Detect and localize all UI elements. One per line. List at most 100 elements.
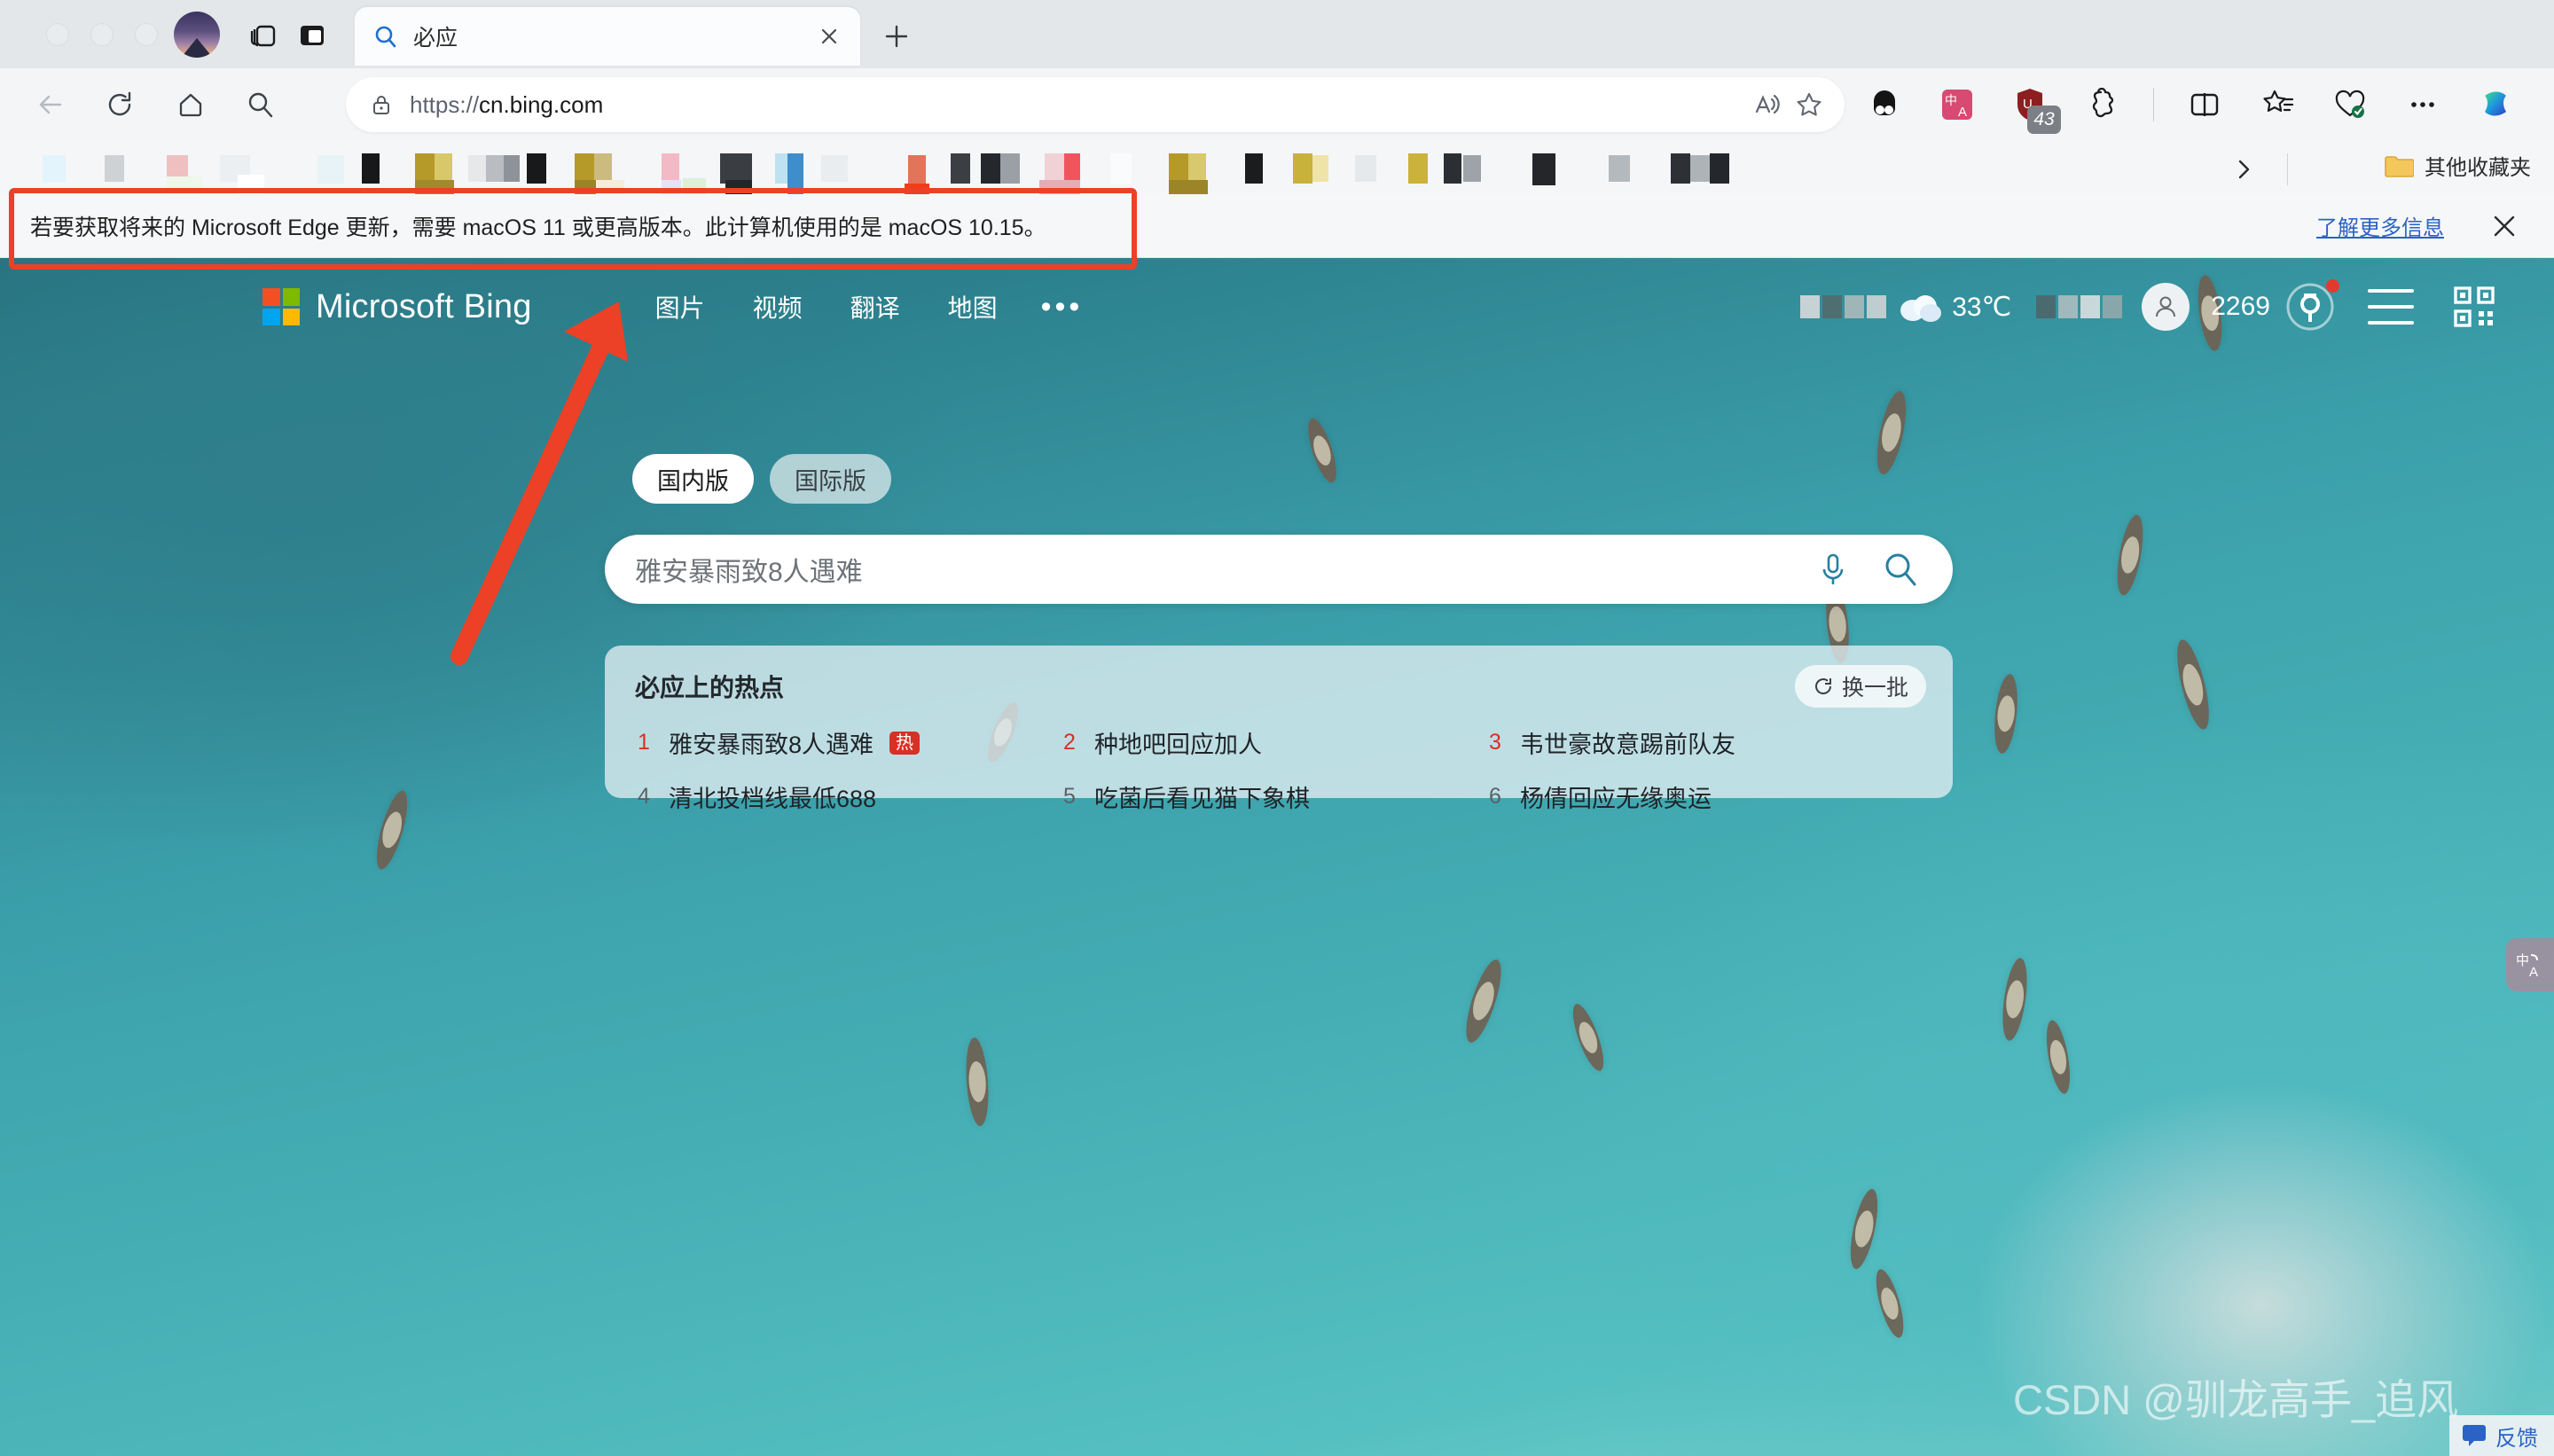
region-toggle-international[interactable]: 国际版 bbox=[770, 454, 891, 504]
bing-homepage: Microsoft Bing 图片 视频 翻译 地图 ••• 33℃ 2269 … bbox=[0, 257, 2554, 1456]
svg-text:A: A bbox=[2529, 965, 2538, 980]
banner-close-button[interactable] bbox=[2485, 207, 2524, 246]
back-button[interactable] bbox=[28, 82, 73, 127]
browser-window: Microsoft Bing 图片 视频 翻译 地图 ••• 33℃ 2269 … bbox=[0, 0, 2554, 1456]
banner-learn-more-link[interactable]: 了解更多信息 bbox=[2316, 210, 2444, 241]
shield-extension-icon[interactable]: U 43 bbox=[2008, 82, 2061, 134]
weather-temperature: 33℃ bbox=[1952, 292, 2012, 322]
bing-search-box[interactable]: 雅安暴雨致8人遇难 bbox=[605, 535, 1953, 604]
browser-essentials-icon[interactable] bbox=[2328, 82, 2372, 127]
puzzle-extensions-icon[interactable] bbox=[2080, 82, 2125, 127]
bing-header-right: 33℃ 2269 bbox=[1800, 279, 2497, 333]
list-item[interactable]: 1 雅安暴雨致8人遇难 热 bbox=[635, 725, 1061, 760]
list-item[interactable]: 5 吃菌后看见猫下象棋 bbox=[1061, 779, 1486, 814]
url-scheme: https:// bbox=[410, 90, 480, 118]
hot-topic-rank: 2 bbox=[1063, 730, 1076, 755]
hot-topics-list: 1 雅安暴雨致8人遇难 热 2 种地吧回应加人 3 韦世豪故意踢前队友 4 清北… bbox=[635, 725, 1926, 814]
bing-nav-more-icon[interactable]: ••• bbox=[1022, 292, 1103, 322]
svg-text:中: 中 bbox=[1945, 93, 1957, 107]
tab-bing[interactable]: 必应 bbox=[355, 7, 860, 66]
workspaces-icon[interactable] bbox=[245, 16, 284, 55]
qr-code-icon[interactable] bbox=[2451, 284, 2497, 330]
svg-text:A: A bbox=[1958, 105, 1967, 120]
extension-badge-count: 43 bbox=[2027, 106, 2061, 134]
list-item[interactable]: 4 清北投档线最低688 bbox=[635, 779, 1061, 814]
search-icon bbox=[1885, 553, 1916, 586]
hot-topic-rank: 5 bbox=[1063, 784, 1076, 809]
bing-nav-translate[interactable]: 翻译 bbox=[827, 280, 924, 333]
extension-panda-icon[interactable] bbox=[1862, 82, 1907, 127]
hot-topic-text: 雅安暴雨致8人遇难 bbox=[669, 732, 874, 758]
folder-icon bbox=[2385, 155, 2414, 177]
search-submit-button[interactable] bbox=[1873, 542, 1928, 597]
tab-title: 必应 bbox=[413, 26, 458, 51]
masked-bookmarks bbox=[25, 141, 2171, 198]
rewards-button[interactable] bbox=[2284, 279, 2339, 333]
copilot-icon[interactable] bbox=[2473, 82, 2518, 127]
bing-logo[interactable]: Microsoft Bing bbox=[262, 288, 532, 326]
bing-account-button[interactable] bbox=[2142, 283, 2190, 331]
hot-topic-rank: 6 bbox=[1489, 784, 1501, 809]
hot-topic-text: 吃菌后看见猫下象棋 bbox=[1094, 786, 1310, 812]
toolbar-search-button[interactable] bbox=[238, 82, 282, 127]
feedback-icon bbox=[2463, 1425, 2486, 1446]
region-toggle-domestic[interactable]: 国内版 bbox=[632, 454, 754, 504]
voice-search-button[interactable] bbox=[1806, 542, 1861, 597]
rewards-points: 2269 bbox=[2211, 292, 2270, 321]
bing-nav: 图片 视频 翻译 地图 ••• bbox=[631, 280, 1103, 333]
partly-cloudy-icon bbox=[1900, 295, 1942, 322]
bing-search-icon bbox=[371, 21, 401, 51]
settings-more-icon[interactable] bbox=[2401, 82, 2445, 127]
navigation-toolbar: https://cn.bing.com 中 A U 43 bbox=[0, 68, 2554, 141]
list-item[interactable]: 3 韦世豪故意踢前队友 bbox=[1486, 725, 1912, 760]
translate-extension-icon[interactable]: 中 A bbox=[1935, 82, 1979, 127]
feedback-button[interactable]: 反馈 bbox=[2449, 1415, 2554, 1456]
bookmarks-overflow-chevron-icon[interactable] bbox=[2226, 152, 2261, 187]
other-favorites-label: 其他收藏夹 bbox=[2425, 156, 2531, 180]
close-tab-button[interactable] bbox=[814, 21, 844, 51]
toolbar-divider bbox=[2153, 88, 2154, 121]
masked-location-text bbox=[1800, 295, 1887, 318]
hot-topics-refresh-button[interactable]: 换一批 bbox=[1794, 665, 1926, 708]
read-aloud-button[interactable] bbox=[1745, 83, 1788, 126]
bing-nav-videos[interactable]: 视频 bbox=[729, 280, 827, 333]
list-item[interactable]: 6 杨倩回应无缘奥运 bbox=[1486, 779, 1912, 814]
minimize-window-button[interactable] bbox=[90, 23, 114, 46]
split-screen-icon[interactable] bbox=[2182, 82, 2227, 127]
profile-avatar[interactable] bbox=[174, 12, 220, 58]
hot-topic-text: 清北投档线最低688 bbox=[669, 786, 877, 812]
other-favorites-folder[interactable]: 其他收藏夹 bbox=[2384, 150, 2531, 181]
close-window-button[interactable] bbox=[46, 23, 69, 46]
hot-topic-text: 韦世豪故意踢前队友 bbox=[1520, 732, 1735, 758]
address-bar-url[interactable]: https://cn.bing.com bbox=[410, 91, 1745, 119]
favorites-icon[interactable] bbox=[2255, 82, 2299, 127]
hot-topics-header: 必应上的热点 换一批 bbox=[635, 665, 1926, 708]
search-input[interactable]: 雅安暴雨致8人遇难 bbox=[635, 550, 1806, 589]
add-favorite-button[interactable] bbox=[1788, 83, 1830, 126]
url-host: cn.bing.com bbox=[479, 90, 604, 118]
bookmarks-divider bbox=[2287, 153, 2288, 185]
region-toggle-group: 国内版 国际版 bbox=[632, 454, 891, 504]
hamburger-menu-icon[interactable] bbox=[2368, 289, 2414, 325]
bing-logo-text: Microsoft Bing bbox=[316, 287, 532, 325]
new-tab-button[interactable] bbox=[878, 18, 915, 55]
address-bar[interactable]: https://cn.bing.com bbox=[346, 77, 1845, 132]
hot-topic-rank: 1 bbox=[638, 730, 650, 755]
bing-nav-maps[interactable]: 地图 bbox=[924, 280, 1022, 333]
translate-pill-button[interactable]: 中 A bbox=[2506, 938, 2554, 991]
window-controls[interactable] bbox=[46, 23, 158, 46]
banner-message: 若要获取将来的 Microsoft Edge 更新，需要 macOS 11 或更… bbox=[30, 215, 1046, 240]
bing-nav-images[interactable]: 图片 bbox=[631, 280, 729, 333]
hot-topic-rank: 4 bbox=[638, 784, 650, 809]
hot-topics-title: 必应上的热点 bbox=[635, 674, 785, 701]
bookmarks-bar: 其他收藏夹 bbox=[0, 141, 2554, 198]
tab-strip: 必应 bbox=[0, 0, 2554, 68]
reload-button[interactable] bbox=[98, 82, 142, 127]
sidebar-toggle-icon[interactable] bbox=[293, 16, 332, 55]
home-button[interactable] bbox=[168, 82, 213, 127]
person-icon bbox=[2156, 296, 2176, 317]
maximize-window-button[interactable] bbox=[135, 23, 158, 46]
hot-topics-panel: 必应上的热点 换一批 1 雅安暴雨致8人遇难 热 2 种地吧回应加人 3 韦世豪… bbox=[605, 646, 1953, 812]
list-item[interactable]: 2 种地吧回应加人 bbox=[1061, 725, 1486, 760]
masked-account-name bbox=[2036, 295, 2123, 318]
